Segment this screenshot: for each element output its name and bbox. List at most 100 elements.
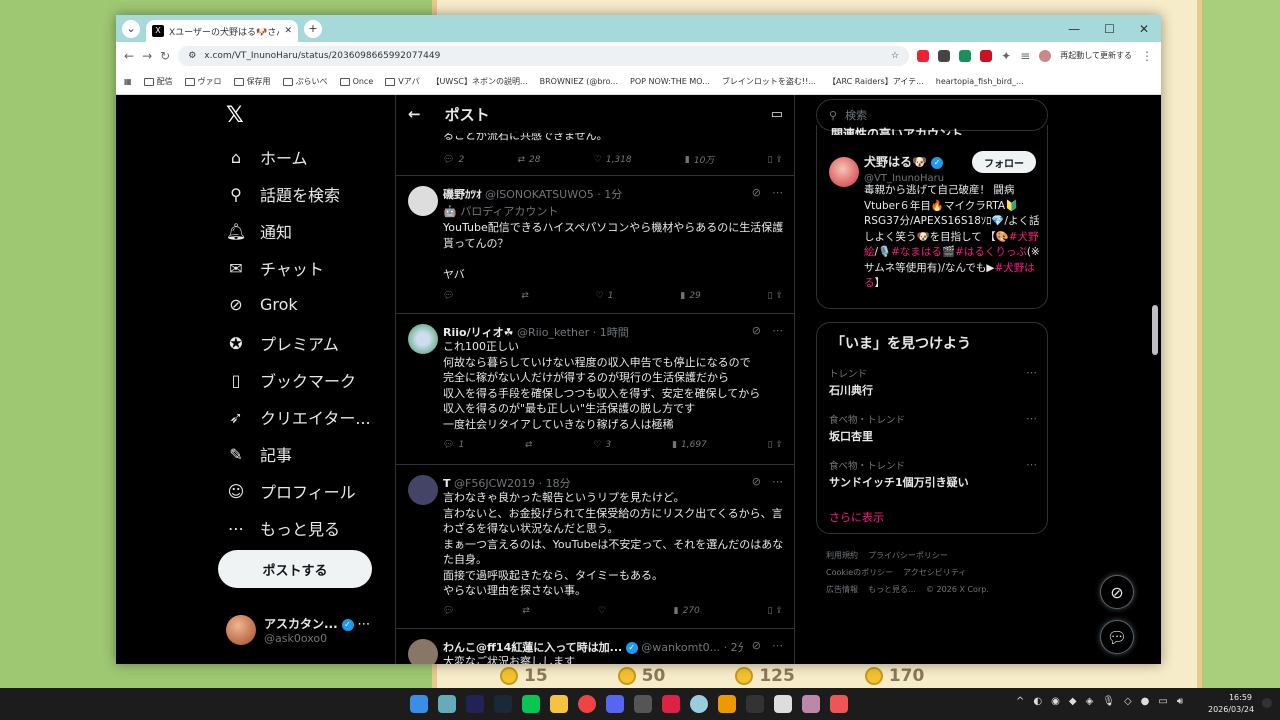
like-button[interactable]: ♡ 3 <box>593 440 611 450</box>
media-icon[interactable]: ≡ <box>1020 49 1030 63</box>
app-icon[interactable] <box>466 695 484 713</box>
close-window-button[interactable]: ✕ <box>1139 22 1149 36</box>
reply-button[interactable]: 💬︎ 1 <box>443 440 464 450</box>
bookmark-item[interactable]: 配信 <box>143 76 173 87</box>
grok-icon[interactable]: ⊘ <box>752 324 761 337</box>
nav-notifications[interactable]: 🔔︎ 通知 <box>226 219 292 243</box>
bookmark-button[interactable]: ▯ ⇪ <box>768 440 783 450</box>
extension-icon[interactable] <box>917 49 930 62</box>
steam-tray-icon[interactable]: ◈ <box>1086 696 1094 707</box>
footer-link[interactable]: 広告情報 <box>826 585 858 594</box>
grok-icon[interactable]: ⊘ <box>752 186 761 199</box>
notification-icon[interactable] <box>1262 698 1272 708</box>
nav-creator[interactable]: ➶ クリエイター... <box>226 405 370 429</box>
x-logo-icon[interactable]: 𝕏 <box>226 103 244 128</box>
nav-articles[interactable]: ✎ 記事 <box>226 442 292 466</box>
trend-item[interactable]: 食べ物・トレンド 坂口杏里 ⋯ <box>829 412 1037 444</box>
network-icon[interactable]: ▭ <box>1158 696 1167 707</box>
tray-icon[interactable]: ◐ <box>1033 696 1042 707</box>
apps-icon[interactable]: ▦ <box>124 77 132 86</box>
site-info-icon[interactable]: ⚙ <box>188 51 196 61</box>
trend-item[interactable]: 食べ物・トレンド サンドイッチ1個万引き疑い ⋯ <box>829 458 1037 490</box>
footer-link[interactable]: もっと見る… <box>868 585 916 594</box>
more-icon[interactable]: ⋯ <box>1026 366 1037 379</box>
bookmark-button[interactable]: ▯ ⇪ <box>768 153 783 166</box>
bookmark-item[interactable]: POP NOW:THE MO... <box>630 77 710 86</box>
tab-search-button[interactable]: ⌄ <box>122 19 140 38</box>
extension-icon[interactable] <box>980 49 993 62</box>
trend-item[interactable]: トレンド 石川典行 ⋯ <box>829 366 1037 398</box>
minimize-button[interactable]: — <box>1068 22 1080 36</box>
messages-fab-button[interactable]: 💬︎ <box>1100 620 1134 654</box>
avatar[interactable] <box>408 475 438 505</box>
tray-icon[interactable]: ● <box>1141 696 1150 707</box>
nav-home[interactable]: ⌂ ホーム <box>226 145 308 169</box>
grok-icon[interactable]: ⊘ <box>752 475 761 488</box>
avatar[interactable] <box>408 324 438 354</box>
app-icon[interactable] <box>662 695 680 713</box>
reply-button[interactable]: 💬︎ <box>443 291 454 301</box>
line-icon[interactable] <box>522 695 540 713</box>
bookmark-item[interactable]: ヴァロ <box>184 76 222 87</box>
app-icon[interactable] <box>690 695 708 713</box>
scrollbar[interactable] <box>1152 305 1158 355</box>
more-icon[interactable]: ⋯ <box>772 639 783 652</box>
views-button[interactable]: ▮ 10万 <box>685 153 714 167</box>
folder-icon[interactable] <box>550 695 568 713</box>
menu-icon[interactable]: ⋮ <box>1141 49 1153 63</box>
bookmark-item[interactable]: 保存用 <box>233 76 271 87</box>
restart-update-button[interactable]: 再起動して更新する <box>1060 50 1132 61</box>
bookmark-item[interactable]: ブレインロットを盗む!!... <box>722 76 816 87</box>
url-field[interactable]: ⚙ x.com/VT_InunoHaru/status/203609866599… <box>178 45 910 66</box>
app-icon[interactable] <box>774 695 792 713</box>
like-button[interactable]: ♡ <box>598 606 606 616</box>
views-button[interactable]: ▮ 29 <box>680 291 700 301</box>
steam-icon[interactable] <box>494 695 512 713</box>
more-icon[interactable]: ⋯ <box>772 475 783 488</box>
nav-bookmarks[interactable]: ▯ ブックマーク <box>226 368 356 392</box>
bookmark-item[interactable]: ぷらいべ <box>282 76 328 87</box>
like-button[interactable]: ♡ 1 <box>596 291 614 301</box>
coin-item[interactable]: 15 <box>500 664 548 688</box>
extension-icon[interactable] <box>938 49 951 62</box>
hashtag-link[interactable]: #はるくりっぷ <box>955 246 1027 258</box>
app-icon[interactable] <box>802 695 820 713</box>
footer-link[interactable]: 利用規約 <box>826 551 858 560</box>
windows-start-icon[interactable] <box>410 695 428 713</box>
extension-icon[interactable] <box>959 49 972 62</box>
bookmark-button[interactable]: ▯ ⇪ <box>768 606 783 616</box>
tweet[interactable]: Riio/リィオ☘ @Riio_kether · 1時間 ⊘ ⋯ これ100正しい… <box>396 313 794 464</box>
more-icon[interactable]: ⋯ <box>1026 458 1037 471</box>
show-more-link[interactable]: さらに表示 <box>829 509 884 525</box>
tray-icon[interactable]: ◉ <box>1051 696 1060 707</box>
coin-item[interactable]: 170 <box>864 664 924 688</box>
account-info[interactable]: 犬野はる🐶 ✓ @VT_InunoHaru <box>864 153 944 184</box>
more-icon[interactable]: ⋯ <box>1026 412 1037 425</box>
more-icon[interactable]: ⋯ <box>772 186 783 199</box>
nav-profile[interactable]: ☺ プロフィール <box>226 479 356 503</box>
discord-icon[interactable] <box>606 695 624 713</box>
repost-button[interactable]: ⇄ <box>521 291 529 301</box>
close-icon[interactable]: ✕ <box>284 26 292 36</box>
back-arrow-icon[interactable]: ← <box>408 105 421 123</box>
app-icon[interactable] <box>718 695 736 713</box>
bookmark-item[interactable]: 【UWSC】ネボンの説明... <box>432 76 528 87</box>
bookmark-button[interactable]: ▯ ⇪ <box>768 291 783 301</box>
app-icon[interactable] <box>438 695 456 713</box>
repost-button[interactable]: ⇄ <box>522 606 530 616</box>
puzzle-icon[interactable]: ✦ <box>1001 49 1011 63</box>
profile-avatar-icon[interactable] <box>1039 49 1052 62</box>
grok-fab-button[interactable]: ⊘ <box>1100 575 1134 609</box>
volume-icon[interactable]: 🔊︎ <box>1177 696 1183 707</box>
chevron-up-icon[interactable]: ^ <box>1016 696 1024 707</box>
maximize-button[interactable]: ☐ <box>1104 22 1115 36</box>
post-button[interactable]: ポストする <box>218 550 372 588</box>
footer-link[interactable]: プライバシーポリシー <box>868 551 948 560</box>
reload-icon[interactable]: ↻ <box>160 49 170 63</box>
tweet[interactable]: 磯野ｶﾂｵ @ISONOKATSUWO5 · 1分 ⊘ ⋯ 🤖 パロディアカウント… <box>396 175 794 313</box>
reply-button[interactable]: 💬︎ 2 <box>443 153 464 166</box>
nav-more[interactable]: ⋯ もっと見る <box>226 516 340 540</box>
coin-item[interactable]: 125 <box>735 664 795 688</box>
repost-button[interactable]: ⇄ 28 <box>517 153 540 166</box>
clock[interactable]: 16:59 2026/03/24 <box>1208 692 1254 716</box>
